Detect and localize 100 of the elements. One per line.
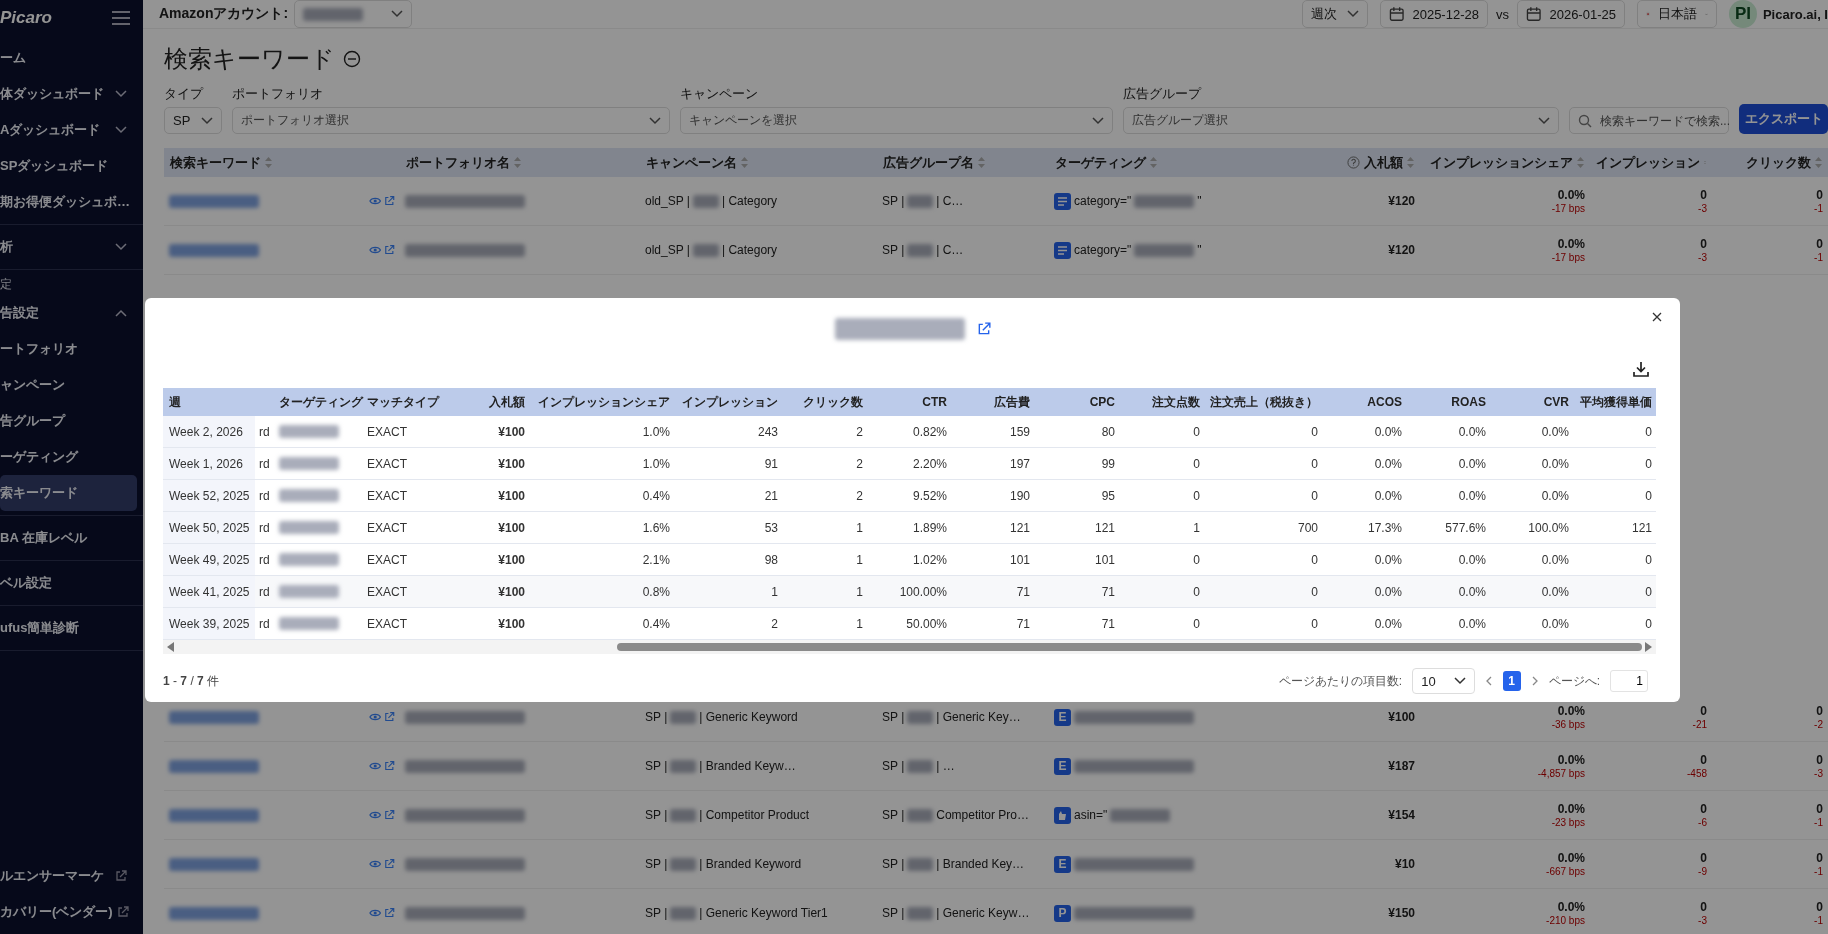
table-cell-text: 0.0% (1373, 487, 1403, 505)
column-header[interactable]: 週 (163, 393, 255, 411)
external-link-icon[interactable] (384, 809, 395, 821)
sidebar-item[interactable]: BA 在庫レベル (0, 520, 137, 556)
column-header[interactable]: CPC (1034, 395, 1119, 409)
sidebar-item[interactable]: Aダッシュボード (0, 112, 137, 148)
eye-icon[interactable] (369, 245, 382, 255)
column-header[interactable]: インプレッションシェア (1420, 153, 1590, 172)
eye-icon[interactable] (369, 712, 382, 722)
previous-page-icon[interactable] (1484, 676, 1493, 686)
column-header[interactable]: インプレッション (1590, 153, 1712, 172)
column-header[interactable]: クリック数 (782, 393, 867, 411)
column-header[interactable]: 注文点数 (1119, 393, 1204, 411)
column-header[interactable]: インプレッションシェア (529, 393, 674, 411)
table-cell-text: 0.0% (1373, 423, 1403, 441)
table-cell-text: 0 (1644, 423, 1653, 441)
column-header[interactable]: CVR (1490, 395, 1573, 409)
sidebar-item[interactable]: ーム (0, 40, 137, 76)
column-header[interactable]: クリック数 (1712, 153, 1828, 172)
language-select[interactable]: 日本語 (1636, 0, 1717, 28)
menu-icon[interactable] (111, 10, 131, 26)
table-cell-text: 1.0% (641, 455, 671, 473)
column-header[interactable]: 広告グループ名 (877, 153, 1049, 172)
sidebar-item[interactable]: ートフォリオ (0, 331, 137, 367)
sidebar-item[interactable]: 告設定 (0, 295, 137, 331)
sidebar-link[interactable]: カバリー(ベンダー) (0, 894, 137, 930)
search-field[interactable]: 検索キーワードで検索... (1569, 107, 1729, 134)
column-header[interactable]: ROAS (1406, 395, 1490, 409)
column-header[interactable]: インプレッション (674, 393, 782, 411)
eye-icon[interactable] (369, 810, 382, 820)
table-cell-text: 0.0% (1457, 455, 1487, 473)
external-link-icon[interactable] (384, 760, 395, 772)
column-header[interactable]: ポートフォリオ名 (400, 153, 640, 172)
column-header[interactable]: CTR (867, 395, 951, 409)
column-header[interactable]: キャンペーン名 (640, 153, 877, 172)
export-button[interactable]: エクスポート (1739, 104, 1828, 134)
targeting-type-badge: E (1054, 855, 1071, 873)
sidebar-item[interactable]: ufus簡単診断 (0, 610, 137, 646)
external-link-icon[interactable] (384, 195, 395, 207)
table-cell-text: 1.6% (641, 519, 671, 537)
sort-icon (741, 157, 748, 168)
collapse-icon[interactable] (343, 50, 361, 68)
column-header[interactable]: 注文売上（税抜き） (1204, 393, 1322, 411)
account-select[interactable] (294, 0, 413, 28)
eye-icon[interactable] (369, 761, 382, 771)
sort-icon (1577, 157, 1584, 168)
sidebar-item[interactable]: ベル設定 (0, 565, 137, 601)
horizontal-scrollbar[interactable] (163, 640, 1656, 654)
column-header[interactable]: ターゲティング (1049, 153, 1300, 172)
filter-select[interactable]: ポートフォリオ選択 (232, 107, 670, 134)
external-link-icon[interactable] (384, 711, 395, 723)
metric-value: 0 (1700, 237, 1707, 251)
sidebar-item[interactable]: 体ダッシュボード (0, 76, 137, 112)
column-header[interactable]: マッチタイプ (363, 393, 465, 411)
scroll-left-icon[interactable] (167, 642, 175, 652)
filter-select[interactable]: SP (164, 107, 222, 134)
column-header[interactable]: 入札額 (1300, 153, 1420, 172)
sidebar-item[interactable]: 索キーワード (0, 475, 137, 511)
chevron-icon (1453, 677, 1466, 685)
table-cell-text: EXACT (366, 583, 408, 601)
external-link-icon[interactable] (976, 322, 991, 336)
external-link-icon[interactable] (384, 907, 395, 919)
table-cell-text: 0.0% (1457, 423, 1487, 441)
column-header[interactable]: 入札額 (465, 393, 529, 411)
column-header[interactable]: 検索キーワード (164, 153, 400, 172)
sidebar-item[interactable]: SPダッシュボード (0, 148, 137, 184)
date-picker[interactable]: 2025-12-28 (1379, 0, 1488, 28)
download-icon[interactable] (1632, 360, 1650, 378)
sidebar-item[interactable]: 期お得便ダッシュボ… (0, 184, 137, 220)
eye-icon[interactable] (369, 196, 382, 206)
column-header[interactable]: ACOS (1322, 395, 1406, 409)
eye-icon[interactable] (369, 859, 382, 869)
column-header[interactable]: 平均獲得単価 (1573, 393, 1656, 411)
bid-value: ¥154 (1388, 808, 1415, 822)
close-icon[interactable] (1652, 312, 1662, 322)
sidebar-link[interactable]: ルエンサーマーケ (0, 858, 137, 894)
sidebar-item[interactable]: 析 (0, 229, 137, 265)
page-number-field[interactable]: 1 (1610, 670, 1648, 692)
table-cell-text: 2 (855, 455, 864, 473)
page-button[interactable]: 1 (1502, 671, 1521, 691)
filter-select[interactable]: キャンペーンを選択 (680, 107, 1113, 134)
period-select[interactable]: 週次 (1301, 0, 1368, 28)
eye-icon[interactable] (369, 908, 382, 918)
column-header[interactable]: ターゲティング (275, 393, 363, 411)
section-label: 定 (0, 276, 13, 293)
avatar[interactable]: PI (1728, 0, 1757, 28)
sidebar-item[interactable]: ーゲティング (0, 439, 137, 475)
filter-select[interactable]: 広告グループ選択 (1123, 107, 1559, 134)
page-size-select[interactable]: 10 (1412, 668, 1475, 694)
column-header[interactable]: 広告費 (951, 393, 1034, 411)
external-link-icon[interactable] (384, 858, 395, 870)
date-picker[interactable]: 2026-01-25 (1516, 0, 1625, 28)
sidebar-item[interactable]: 告グループ (0, 403, 137, 439)
next-page-icon[interactable] (1530, 676, 1539, 686)
scroll-right-icon[interactable] (1644, 642, 1652, 652)
bid-value: ¥10 (1394, 857, 1415, 871)
external-link-icon[interactable] (384, 244, 395, 256)
table-cell-text: 2 (770, 615, 779, 633)
sidebar-item[interactable]: ャンペーン (0, 367, 137, 403)
user-name: Picaro.ai, I (1762, 6, 1828, 22)
